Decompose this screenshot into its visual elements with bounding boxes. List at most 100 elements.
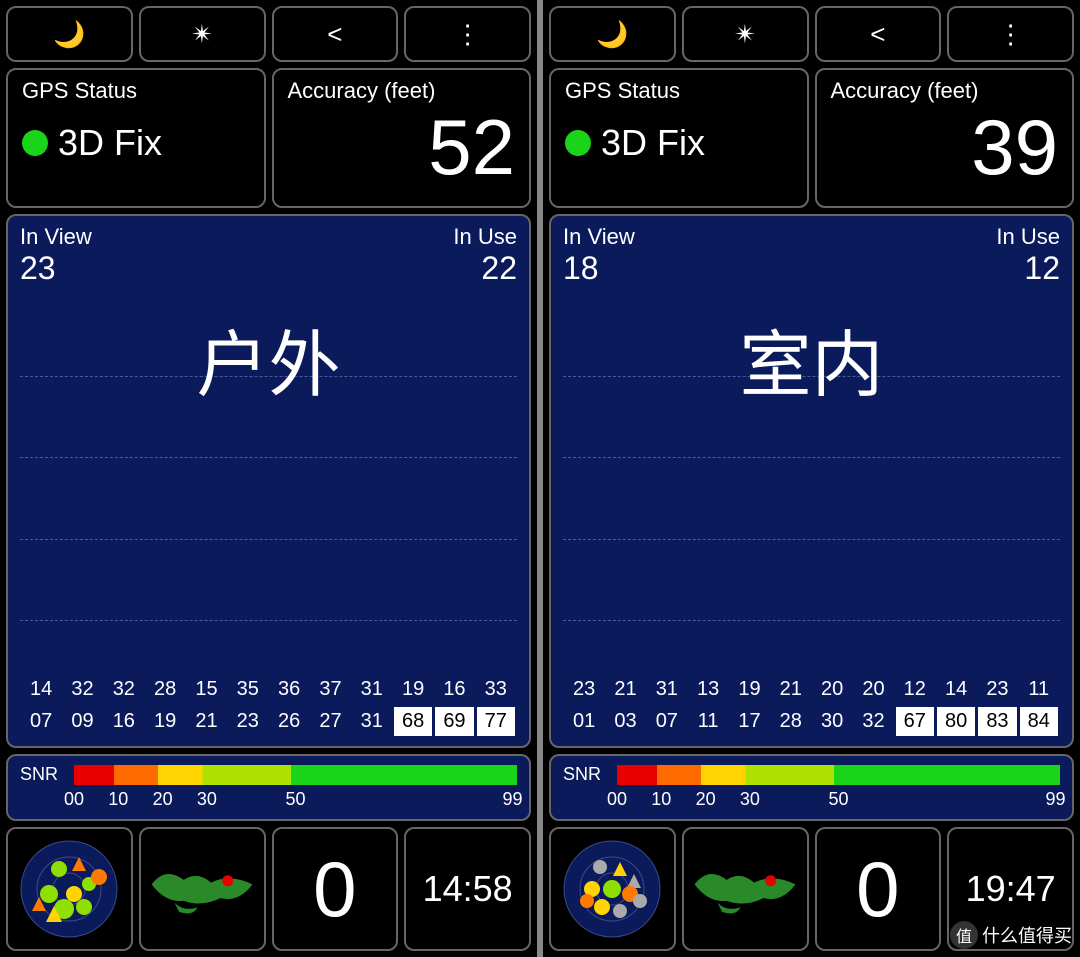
sat-id: 07 [648, 707, 686, 736]
snr-gradient-icon [74, 765, 517, 785]
night-mode-button[interactable]: 🌙 [6, 6, 133, 62]
bar-col: 12 [896, 678, 934, 703]
speed-card[interactable]: 0 [272, 827, 399, 951]
menu-button[interactable]: ⋮ [947, 6, 1074, 62]
bar-value: 23 [986, 678, 1008, 701]
gps-status-card[interactable]: GPS Status 3D Fix [549, 68, 809, 208]
worldmap-card[interactable] [139, 827, 266, 951]
skyplot-icon [19, 839, 119, 939]
bar-value: 19 [738, 678, 760, 701]
bar-value: 13 [697, 678, 719, 701]
sat-id: 16 [105, 707, 143, 736]
compass-button[interactable]: ✴ [139, 6, 266, 62]
bar-col: 19 [730, 678, 768, 703]
snr-tick: 10 [108, 789, 128, 810]
share-button[interactable]: < [272, 6, 399, 62]
sat-id: 69 [435, 707, 473, 736]
menu-button[interactable]: ⋮ [404, 6, 531, 62]
accuracy-card[interactable]: Accuracy (feet) 39 [815, 68, 1075, 208]
gps-status-card[interactable]: GPS Status 3D Fix [6, 68, 266, 208]
bar-col: 20 [813, 678, 851, 703]
sat-id: 84 [1020, 707, 1058, 736]
in-view-label: In View [563, 224, 635, 250]
bar-value: 14 [30, 678, 52, 701]
bars-area-1: 23 21 31 13 19 21 20 20 12 14 23 11 [563, 295, 1060, 703]
sat-id: 11 [689, 707, 727, 736]
skyplot-card[interactable] [6, 827, 133, 951]
bar-value: 32 [71, 678, 93, 701]
sat-id: 83 [978, 707, 1016, 736]
gps-status-value: 3D Fix [601, 122, 705, 164]
snr-tick: 00 [607, 789, 627, 810]
speed-value: 0 [313, 844, 356, 935]
snr-chart[interactable]: In View 18 In Use 12 室内 2321311319212020… [549, 214, 1074, 748]
bar-value: 20 [862, 678, 884, 701]
moon-icon: 🌙 [53, 19, 85, 50]
bar-col: 14 [22, 678, 60, 703]
bar-col: 36 [270, 678, 308, 703]
clock-value: 14:58 [423, 868, 513, 910]
sat-id: 21 [187, 707, 225, 736]
sat-id: 27 [311, 707, 349, 736]
snr-tick: 50 [828, 789, 848, 810]
in-view-label: In View [20, 224, 92, 250]
snr-gradient-icon [617, 765, 1060, 785]
bar-value: 21 [780, 678, 802, 701]
in-view-value: 18 [563, 250, 635, 287]
bar-col: 16 [435, 678, 473, 703]
bar-value: 11 [1028, 678, 1049, 701]
skyplot-card[interactable] [549, 827, 676, 951]
bar-value: 14 [945, 678, 967, 701]
speed-card[interactable]: 0 [815, 827, 942, 951]
accuracy-value: 39 [831, 108, 1059, 186]
world-icon [690, 854, 800, 924]
bar-col: 23 [565, 678, 603, 703]
night-mode-button[interactable]: 🌙 [549, 6, 676, 62]
snr-ticks-0: 001020305099 [74, 789, 517, 811]
sat-id: 17 [730, 707, 768, 736]
snr-tick: 20 [696, 789, 716, 810]
sat-id: 30 [813, 707, 851, 736]
bar-value: 36 [278, 678, 300, 701]
share-button[interactable]: < [815, 6, 942, 62]
bar-value: 20 [821, 678, 843, 701]
status-dot-icon [565, 130, 591, 156]
watermark-text: 什么值得买 [982, 922, 1072, 948]
gps-status-title: GPS Status [22, 78, 250, 104]
bar-value: 31 [361, 678, 383, 701]
menu-icon: ⋮ [998, 19, 1024, 50]
bar-value: 32 [113, 678, 135, 701]
snr-tick: 30 [740, 789, 760, 810]
sat-id: 23 [229, 707, 267, 736]
snr-tick: 99 [1046, 789, 1066, 810]
bar-value: 23 [573, 678, 595, 701]
in-use-value: 12 [996, 250, 1060, 287]
bar-value: 28 [154, 678, 176, 701]
clock-card[interactable]: 14:58 [404, 827, 531, 951]
bar-col: 23 [978, 678, 1016, 703]
status-dot-icon [22, 130, 48, 156]
sat-id: 32 [854, 707, 892, 736]
bars-area-0: 143232281535363731191633 [20, 295, 517, 703]
worldmap-card[interactable] [682, 827, 809, 951]
snr-tick: 50 [285, 789, 305, 810]
snr-chart[interactable]: In View 23 In Use 22 户外 1432322815353637… [6, 214, 531, 748]
snr-legend: SNR 001020305099 [549, 754, 1074, 821]
toolbar: 🌙 ✴ < ⋮ [6, 6, 531, 62]
sat-row-0: 070916192123262731686977 [20, 707, 517, 736]
accuracy-card[interactable]: Accuracy (feet) 52 [272, 68, 532, 208]
bar-col: 31 [648, 678, 686, 703]
bar-value: 12 [904, 678, 926, 701]
bar-value: 16 [443, 678, 465, 701]
snr-label: SNR [20, 764, 64, 785]
sat-id: 09 [63, 707, 101, 736]
snr-label: SNR [563, 764, 607, 785]
bar-col: 35 [229, 678, 267, 703]
sat-id: 01 [565, 707, 603, 736]
pane-outdoor: 🌙 ✴ < ⋮ GPS Status 3D Fix Accuracy (feet… [0, 0, 537, 957]
bar-col: 21 [772, 678, 810, 703]
compass-button[interactable]: ✴ [682, 6, 809, 62]
bar-col: 32 [105, 678, 143, 703]
gps-status-value: 3D Fix [58, 122, 162, 164]
bar-value: 21 [614, 678, 636, 701]
